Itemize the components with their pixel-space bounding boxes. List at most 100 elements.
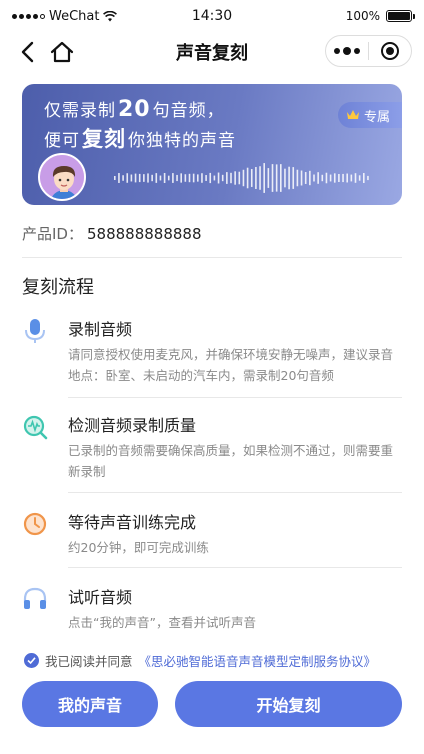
status-bar: WeChat 14:30 100% (0, 0, 424, 32)
waveform-bar (255, 167, 257, 189)
waveform-bar (333, 173, 336, 183)
waveform-bar (346, 173, 348, 183)
battery-icon (386, 10, 415, 22)
waveform-bar (275, 164, 278, 192)
step-record-audio: 录制音频 请同意授权使用麦克风，并确保环境安静无噪声，建议录音地点：卧室、未启动… (22, 316, 402, 386)
avatar (38, 153, 86, 201)
carrier-label: WeChat (49, 8, 100, 24)
waveform-bar (205, 175, 207, 181)
waveform-bar (122, 175, 124, 181)
waveform-bar (134, 173, 137, 183)
agree-checkbox[interactable] (24, 653, 39, 668)
waveform-bar (209, 172, 212, 184)
search-wave-icon (23, 415, 48, 440)
step-wait-training: 等待声音训练完成 约20分钟，即可完成训练 (22, 509, 402, 559)
checkmark-icon (27, 657, 36, 665)
waveform-bar (167, 175, 170, 181)
waveform-bar (163, 173, 166, 183)
waveform-bar (325, 172, 328, 184)
step-desc: 点击“我的声音”，查看并试听声音 (68, 615, 256, 630)
agreement-row: 我已阅读并同意 《思必驰智能语音声音模型定制服务协议》 (24, 651, 376, 670)
waveform-bar (184, 174, 187, 182)
waveform-bar (329, 174, 332, 182)
waveform-bar (263, 163, 265, 193)
divider (68, 397, 402, 398)
waveform-bar (155, 173, 158, 183)
crown-icon (347, 110, 359, 119)
divider (68, 567, 402, 568)
back-button[interactable] (12, 36, 44, 68)
waveform-bar (304, 172, 307, 184)
banner-line-1: 仅需录制20 句音频， (44, 97, 225, 122)
headphones-icon (23, 587, 47, 609)
waveform-bar (367, 175, 369, 181)
waveform-bar (267, 168, 270, 188)
waveform-bar (147, 173, 149, 183)
step-desc: 约20分钟，即可完成训练 (68, 540, 209, 555)
waveform-bar (130, 174, 133, 182)
banner-line-2: 便可复刻 你独特的声音 (44, 127, 236, 151)
signal-icon (12, 13, 45, 19)
target-icon (381, 42, 399, 60)
waveform-bar (309, 170, 311, 186)
waveform-bar (197, 174, 199, 182)
status-time: 14:30 (191, 8, 233, 24)
divider (22, 257, 402, 258)
waveform-bar (246, 167, 249, 189)
waveform-bar (151, 174, 153, 182)
waveform-bar (188, 173, 191, 183)
waveform-bar (292, 167, 295, 189)
waveform-bar (180, 173, 182, 183)
waveform-bar (358, 175, 361, 181)
close-mini-program-button[interactable] (369, 42, 411, 60)
waveform-bar (271, 164, 274, 192)
waveform-bar (192, 173, 195, 183)
agree-text: 我已阅读并同意 (45, 654, 133, 669)
nav-bar: 声音复刻 (0, 32, 424, 72)
waveform-bar (226, 172, 228, 184)
clock-icon (23, 512, 47, 536)
voice-waveform (114, 163, 369, 193)
mini-program-capsule (325, 35, 412, 67)
step-name: 检测音频录制质量 (68, 416, 197, 435)
back-arrow-icon (21, 41, 34, 63)
microphone-icon (25, 319, 45, 343)
divider (68, 492, 402, 493)
start-clone-button[interactable]: 开始复刻 (175, 681, 402, 727)
waveform-bar (118, 173, 120, 183)
waveform-bar (342, 173, 344, 183)
waveform-bar (354, 173, 357, 183)
waveform-bar (221, 174, 224, 182)
waveform-bar (242, 169, 245, 187)
waveform-bar (213, 175, 216, 181)
step-check-quality: 检测音频录制质量 已录制的音频需要确保高质量，如果检测不通过，则需要重新录制 (22, 412, 402, 482)
waveform-bar (250, 169, 253, 187)
product-id: 产品ID： 588888888888 (22, 223, 202, 244)
waveform-bar (201, 173, 203, 183)
waveform-bar (288, 166, 290, 190)
battery-label: 100% (345, 9, 380, 23)
my-voice-button[interactable]: 我的声音 (22, 681, 158, 727)
waveform-bar (217, 172, 220, 184)
home-button[interactable] (46, 36, 78, 68)
waveform-bar (159, 175, 162, 181)
step-desc: 请同意授权使用麦克风，并确保环境安静无噪声，建议录音地点：卧室、未启动的汽车内，… (68, 347, 394, 383)
waveform-bar (280, 164, 282, 192)
more-button[interactable] (326, 46, 368, 55)
waveform-bar (317, 172, 319, 184)
waveform-bar (321, 174, 324, 182)
waveform-bar (126, 173, 129, 183)
step-desc: 已录制的音频需要确保高质量，如果检测不通过，则需要重新录制 (68, 443, 394, 479)
waveform-bar (300, 170, 303, 186)
hero-banner: 仅需录制20 句音频， 便可复刻 你独特的声音 专属 (22, 84, 402, 205)
waveform-bar (172, 173, 174, 183)
waveform-bar (284, 168, 286, 188)
waveform-bar (114, 176, 116, 180)
product-id-label: 产品ID： (22, 225, 83, 243)
waveform-bar (338, 173, 340, 183)
waveform-bar (234, 171, 236, 185)
home-icon (50, 41, 74, 63)
process-title: 复刻流程 (22, 277, 94, 298)
waveform-bar (296, 169, 299, 187)
agreement-link[interactable]: 《思必驰智能语音声音模型定制服务协议》 (139, 651, 377, 670)
